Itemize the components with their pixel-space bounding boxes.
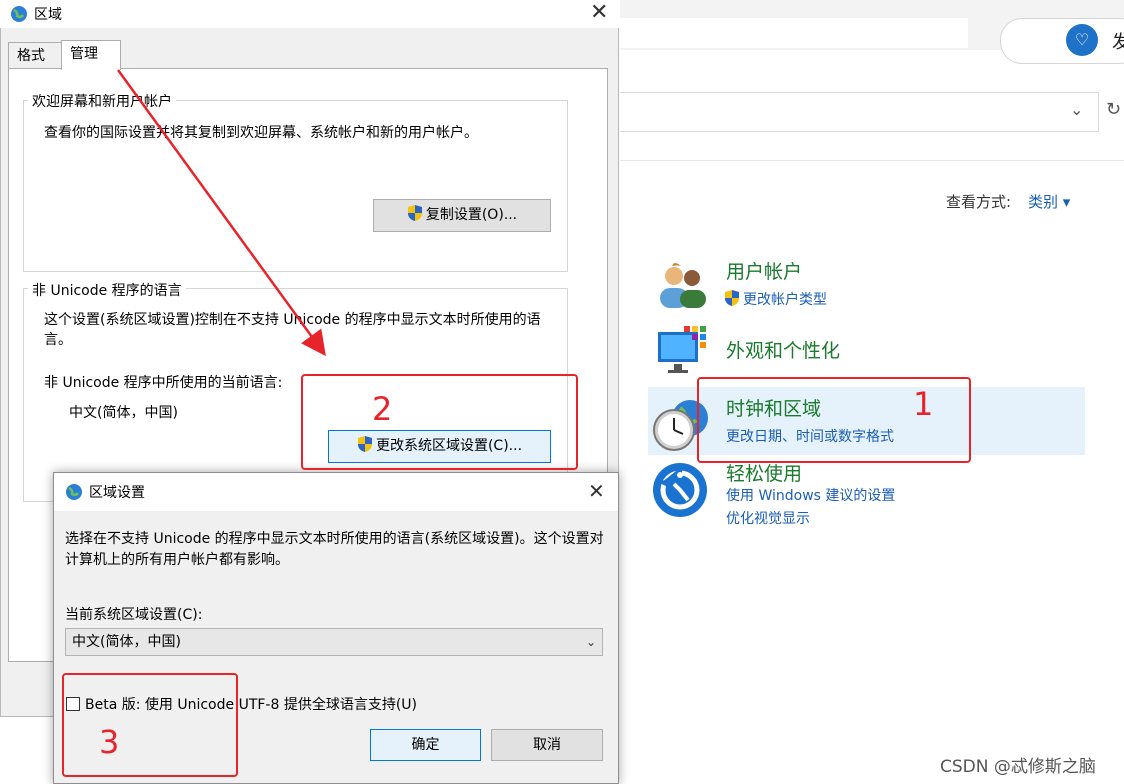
annotation-box-2 (301, 374, 578, 470)
annotation-number-2: 2 (372, 390, 393, 428)
annotation-number-1: 1 (913, 385, 934, 423)
annotation-box-3 (62, 673, 238, 777)
watermark: CSDN @忒修斯之脑 (940, 757, 1096, 777)
annotation-number-3: 3 (99, 723, 120, 761)
